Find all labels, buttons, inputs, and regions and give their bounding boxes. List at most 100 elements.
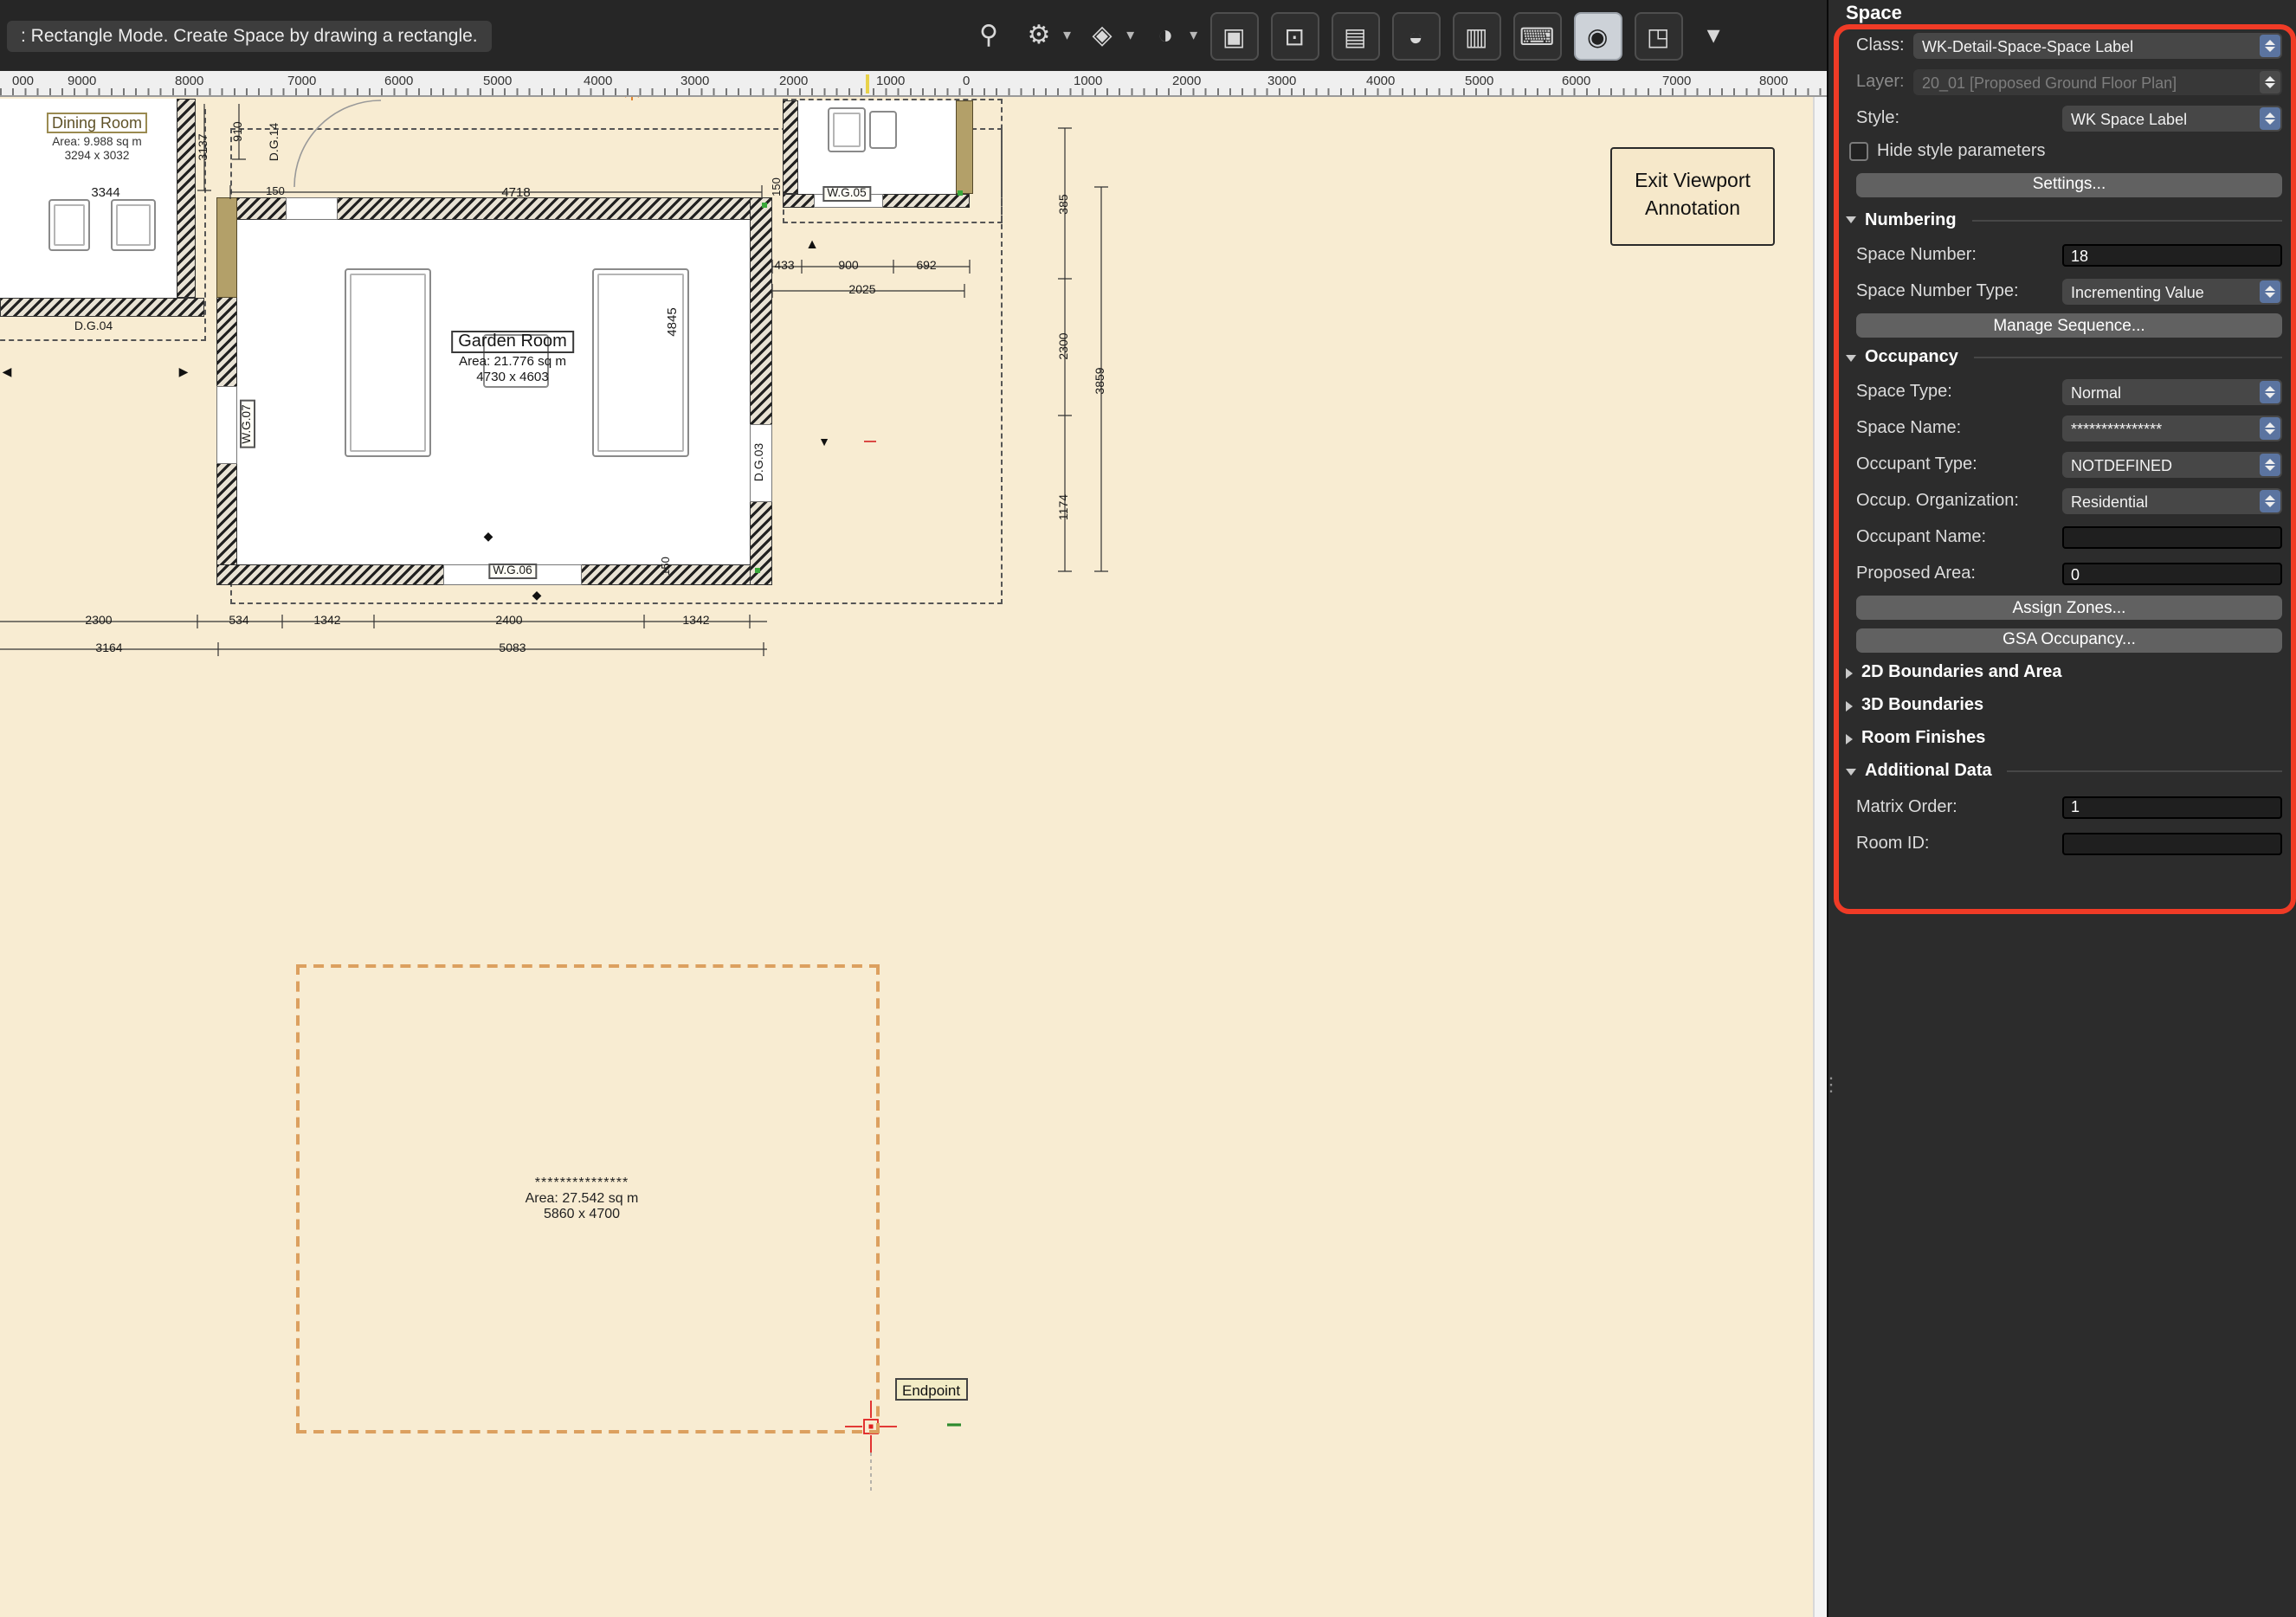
ruler-label: 6000 xyxy=(384,73,414,88)
dropdown-arrows-icon[interactable] xyxy=(2260,417,2280,440)
ruler-label: 2000 xyxy=(1172,73,1202,88)
chevron-down-icon[interactable] xyxy=(1846,768,1856,775)
occup-organization-dropdown[interactable]: Residential xyxy=(2062,488,2282,514)
flyover-icon[interactable]: ▣ xyxy=(1209,11,1259,60)
space-name-dropdown[interactable]: *************** xyxy=(2062,416,2282,441)
ruler-label: 7000 xyxy=(1662,73,1692,88)
space-label-garden[interactable]: Garden Room Area: 21.776 sq m 4730 x 460… xyxy=(451,324,574,384)
dimension-label: 1342 xyxy=(313,615,341,628)
dimension-label: 385 xyxy=(1059,194,1071,215)
proposed-area-input[interactable] xyxy=(2062,563,2282,585)
gsa-occupancy-row: GSA Occupancy... xyxy=(1828,623,2296,656)
class-dropdown[interactable]: WK-Detail-Space-Space Label xyxy=(1913,33,2282,59)
opacity-icon[interactable]: ◑ xyxy=(1146,13,1184,58)
room-id-row: Room ID: xyxy=(1828,826,2296,862)
palette-title: Space xyxy=(1846,3,1902,24)
wall-external xyxy=(956,100,973,194)
object-info-palette: Space ⋮ Class: WK-Detail-Space-Space Lab… xyxy=(1822,0,2296,1617)
chevron-right-icon[interactable] xyxy=(1846,733,1853,744)
ruler-label: 1000 xyxy=(876,73,906,88)
section-title: Occupancy xyxy=(1865,348,1958,367)
manage-sequence-button[interactable]: Manage Sequence... xyxy=(1856,313,2282,338)
hide-style-label: Hide style parameters xyxy=(1877,142,2046,161)
section-2d-boundaries[interactable]: 2D Boundaries and Area xyxy=(1828,656,2296,689)
space-number-type-value: Incrementing Value xyxy=(2071,283,2204,300)
space-name-value: *************** xyxy=(2071,420,2163,437)
settings-button[interactable]: Settings... xyxy=(1856,172,2282,196)
section-occupancy[interactable]: Occupancy xyxy=(1828,341,2296,374)
occupant-name-label: Occupant Name: xyxy=(1856,528,1987,547)
chevron-down-icon[interactable] xyxy=(1846,354,1856,361)
section-room-finishes[interactable]: Room Finishes xyxy=(1828,722,2296,755)
dimension-label: 3859 xyxy=(1095,367,1107,395)
matrix-order-input[interactable] xyxy=(2062,796,2282,818)
sheet-icon[interactable]: ▥ xyxy=(1452,11,1501,60)
keyboard-icon[interactable]: ⌨ xyxy=(1512,11,1562,60)
dropdown-arrows-icon[interactable] xyxy=(2260,490,2280,512)
fill-style-icon-dropdown[interactable]: ▾ xyxy=(1126,26,1134,45)
section-additional-data[interactable]: Additional Data xyxy=(1828,755,2296,788)
hide-style-row: Hide style parameters xyxy=(1828,137,2296,166)
style-dropdown[interactable]: WK Space Label xyxy=(2062,106,2282,132)
clip-cube-icon[interactable]: ◳ xyxy=(1634,11,1683,60)
viewport-annotation-icon[interactable]: ◉ xyxy=(1573,11,1622,60)
ruler-label: 8000 xyxy=(1759,73,1789,88)
occup-organization-value: Residential xyxy=(2071,493,2149,510)
space-label-dining[interactable]: Dining Room Area: 9.988 sq m 3294 x 3032 xyxy=(46,106,148,163)
dimension-label: 900 xyxy=(838,261,859,273)
occupant-type-value: NOTDEFINED xyxy=(2071,456,2172,474)
dropdown-arrows-icon[interactable] xyxy=(2260,35,2280,57)
data-visualization-icon[interactable]: ▤ xyxy=(1331,11,1380,60)
dimension-label: 2300 xyxy=(1059,332,1071,360)
room-id-label: Room ID: xyxy=(1856,834,1930,854)
assign-zones-button[interactable]: Assign Zones... xyxy=(1856,596,2282,620)
dimension-label: 2025 xyxy=(848,285,876,297)
toolbar-menu-chevron-icon[interactable]: ▾ xyxy=(1694,13,1732,58)
marker-icon: ▼ xyxy=(818,437,830,449)
exit-viewport-annotation-button[interactable]: Exit Viewport Annotation xyxy=(1610,147,1775,246)
hide-style-checkbox[interactable] xyxy=(1849,142,1868,161)
snap-tooltip: Endpoint xyxy=(895,1378,968,1401)
section-3d-boundaries[interactable]: 3D Boundaries xyxy=(1828,689,2296,722)
chevron-right-icon[interactable] xyxy=(1846,700,1853,711)
space-number-type-dropdown[interactable]: Incrementing Value xyxy=(2062,279,2282,305)
dimension-label: 150 xyxy=(661,557,673,576)
dropdown-arrows-icon[interactable] xyxy=(2260,107,2280,130)
dropdown-arrows-icon[interactable] xyxy=(2260,454,2280,476)
space-type-label: Space Type: xyxy=(1856,383,1952,402)
dimension-label: 2400 xyxy=(495,615,523,628)
sofa xyxy=(592,268,689,457)
space-number-input[interactable] xyxy=(2062,244,2282,267)
chevron-down-icon[interactable] xyxy=(1846,216,1856,223)
chevron-right-icon[interactable] xyxy=(1846,667,1853,678)
layer-label: Layer: xyxy=(1856,73,1905,92)
door-opening xyxy=(286,197,338,220)
room-name: Dining Room xyxy=(46,113,148,133)
dropdown-arrows-icon[interactable] xyxy=(2260,280,2280,303)
gear-icon[interactable]: ⚙ xyxy=(1020,13,1058,58)
wall xyxy=(750,197,772,585)
render-icon[interactable]: ◒ xyxy=(1391,11,1441,60)
room-id-input[interactable] xyxy=(2062,833,2282,855)
ruler-label: 3000 xyxy=(1267,73,1297,88)
fill-style-icon[interactable]: ◈ xyxy=(1083,13,1121,58)
palette-resize-grip[interactable]: ⋮ xyxy=(1822,1073,1841,1096)
dimension-label: 4718 xyxy=(501,184,531,200)
dropdown-arrows-icon[interactable] xyxy=(2260,381,2280,403)
section-title: 3D Boundaries xyxy=(1861,696,1984,715)
gear-icon-dropdown[interactable]: ▾ xyxy=(1063,26,1071,45)
settings-row: Settings... xyxy=(1828,166,2296,203)
space-type-dropdown[interactable]: Normal xyxy=(2062,379,2282,405)
dining-chair xyxy=(48,199,90,251)
occupant-type-dropdown[interactable]: NOTDEFINED xyxy=(2062,452,2282,478)
gsa-occupancy-button[interactable]: GSA Occupancy... xyxy=(1856,628,2282,652)
magnifier-icon[interactable]: ⚲ xyxy=(970,13,1008,58)
snap-handle xyxy=(958,190,963,196)
proposed-area-row: Proposed Area: xyxy=(1828,556,2296,592)
section-numbering[interactable]: Numbering xyxy=(1828,203,2296,237)
space-label-new: *************** Area: 27.542 sq m 5860 x… xyxy=(526,1175,639,1221)
matrix-order-row: Matrix Order: xyxy=(1828,788,2296,826)
crop-icon[interactable]: ⊡ xyxy=(1270,11,1319,60)
opacity-icon-dropdown[interactable]: ▾ xyxy=(1190,26,1197,45)
occupant-name-input[interactable] xyxy=(2062,526,2282,549)
